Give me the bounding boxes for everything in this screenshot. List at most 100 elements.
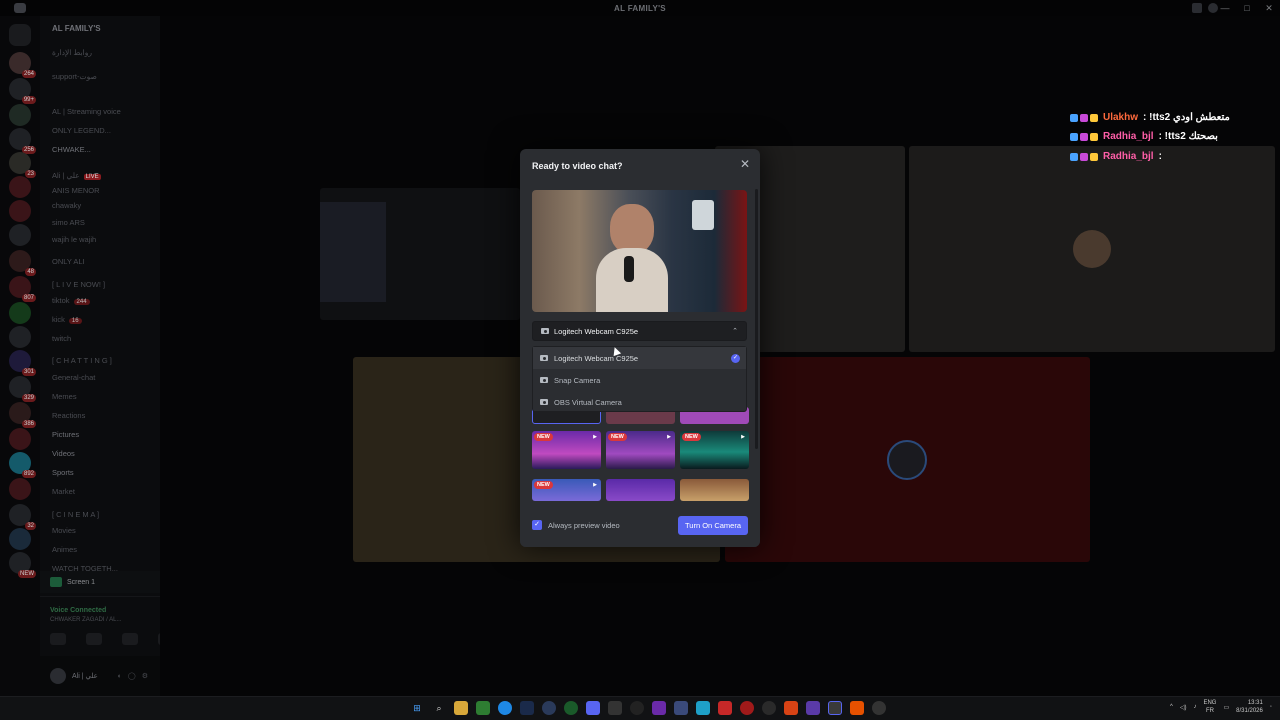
server-icon[interactable] — [9, 428, 31, 450]
screen-share-button[interactable] — [86, 633, 102, 645]
channel-item[interactable]: [ C I N E M A ] — [52, 510, 99, 519]
server-name[interactable]: AL FAMILY'S — [40, 16, 160, 40]
app-icon[interactable] — [674, 701, 688, 715]
app-icon[interactable] — [476, 701, 490, 715]
camera-option[interactable]: Logitech Webcam C925e ✓ — [533, 347, 746, 369]
channel-item[interactable]: Movies — [52, 526, 76, 535]
voice-channel[interactable]: CHWAKER ZAGADI / AL... — [50, 617, 121, 623]
channel-item[interactable]: Ali | علي LIVE — [52, 171, 101, 180]
edge-icon[interactable] — [498, 701, 512, 715]
inbox-icon[interactable] — [1192, 3, 1202, 13]
chevron-up-icon[interactable]: ^ — [1170, 704, 1173, 710]
app-icon[interactable] — [784, 701, 798, 715]
camera-option[interactable]: OBS Virtual Camera — [533, 391, 746, 413]
always-preview-checkbox[interactable]: ✓ — [532, 520, 542, 530]
microphone-icon[interactable]: ♪ — [1193, 704, 1196, 710]
maximize-button[interactable]: □ — [1236, 0, 1258, 16]
turn-on-camera-button[interactable]: Turn On Camera — [678, 515, 748, 535]
channel-item[interactable]: Market — [52, 487, 75, 496]
server-icon[interactable] — [9, 528, 31, 550]
server-icon[interactable]: 48 — [9, 250, 36, 276]
close-window-button[interactable]: ✕ — [1258, 0, 1280, 16]
channel-item[interactable]: chawaky — [52, 201, 81, 210]
server-icon[interactable]: 892 — [9, 452, 36, 478]
server-icon[interactable]: NEW — [9, 552, 36, 578]
steam-icon[interactable] — [520, 701, 534, 715]
app-icon[interactable] — [608, 701, 622, 715]
discord-icon[interactable] — [586, 701, 600, 715]
channel-item[interactable]: [ L I V E NOW! ] — [52, 280, 105, 289]
server-icon[interactable] — [9, 104, 31, 126]
speaker-icon[interactable]: ◁) — [1180, 704, 1187, 711]
channel-item[interactable]: simo ARS — [52, 218, 85, 227]
channel-item[interactable]: twitch — [52, 334, 71, 343]
app-icon[interactable] — [828, 701, 842, 715]
network-icon[interactable]: ▭ — [1223, 704, 1229, 711]
channel-item[interactable]: tiktok 244 — [52, 296, 90, 305]
participant-tile[interactable] — [909, 146, 1275, 352]
language-indicator[interactable]: ENG FR — [1203, 699, 1216, 715]
notification-icon[interactable]: ◦ — [1270, 704, 1272, 710]
user-controls[interactable]: ◐◯⚙ — [118, 672, 154, 680]
server-icon[interactable]: 99+ — [9, 78, 36, 104]
background-option[interactable]: NEW ▶ — [532, 479, 601, 501]
channel-item[interactable]: AL | Streaming voice — [52, 107, 121, 116]
channel-item[interactable]: CHWAKE... — [52, 145, 91, 154]
participant-tile[interactable] — [725, 357, 1090, 562]
camera-select[interactable]: Logitech Webcam C925e ⌃ — [532, 321, 747, 341]
background-option[interactable]: NEW ▶ — [606, 431, 675, 469]
avatar[interactable] — [50, 668, 66, 684]
xbox-icon[interactable] — [564, 701, 578, 715]
app-icon[interactable] — [850, 701, 864, 715]
channel-item[interactable]: wajih le wajih — [52, 235, 96, 244]
server-icon[interactable]: 386 — [9, 402, 36, 428]
server-icon[interactable] — [9, 326, 31, 348]
server-icon[interactable] — [9, 478, 31, 500]
obs-icon[interactable] — [630, 701, 644, 715]
app-icon[interactable] — [718, 701, 732, 715]
channel-item[interactable]: Reactions — [52, 411, 85, 420]
server-icon[interactable]: 264 — [9, 52, 36, 78]
channel-item[interactable]: support-صوت — [52, 72, 97, 81]
app-icon[interactable] — [652, 701, 666, 715]
app-icon[interactable] — [740, 701, 754, 715]
channel-item[interactable]: General-chat — [52, 373, 95, 382]
server-icon[interactable]: 23 — [9, 152, 36, 178]
server-icon[interactable]: 329 — [9, 376, 36, 402]
server-icon[interactable]: 256 — [9, 128, 36, 154]
stream-tile[interactable] — [320, 188, 520, 320]
channel-item[interactable]: Memes — [52, 392, 77, 401]
server-icon[interactable]: 32 — [9, 504, 36, 530]
server-icon[interactable]: 807 — [9, 276, 36, 302]
camera-option[interactable]: Snap Camera — [533, 369, 746, 391]
app-icon[interactable] — [762, 701, 776, 715]
camera-button[interactable] — [50, 633, 66, 645]
background-option[interactable] — [606, 479, 675, 501]
channel-item[interactable]: Pictures — [52, 430, 79, 439]
channel-item[interactable]: kick 16 — [52, 315, 82, 324]
channel-item[interactable]: ONLY LEGEND... — [52, 126, 111, 135]
app-icon[interactable] — [806, 701, 820, 715]
channel-item[interactable]: روابط الإدارة — [52, 48, 92, 57]
server-icon[interactable] — [9, 200, 31, 222]
app-icon[interactable] — [872, 701, 886, 715]
server-icon[interactable]: 301 — [9, 350, 36, 376]
server-icon[interactable] — [9, 176, 31, 198]
channel-item[interactable]: Sports — [52, 468, 74, 477]
channel-item[interactable]: [ C H A T T I N G ] — [52, 356, 112, 365]
channel-item[interactable]: ONLY ALI — [52, 257, 85, 266]
channel-item[interactable]: Animes — [52, 545, 77, 554]
modal-scrollbar[interactable] — [755, 189, 758, 449]
close-icon[interactable]: ✕ — [740, 157, 750, 171]
app-icon[interactable] — [696, 701, 710, 715]
activity-button[interactable] — [122, 633, 138, 645]
background-option[interactable] — [680, 479, 749, 501]
search-icon[interactable]: ⌕ — [432, 701, 446, 715]
home-button[interactable] — [9, 24, 31, 46]
minimize-button[interactable]: — — [1214, 0, 1236, 16]
channel-item[interactable]: Videos — [52, 449, 75, 458]
server-icon[interactable] — [9, 302, 31, 324]
start-icon[interactable]: ⊞ — [410, 701, 424, 715]
clock[interactable]: 13:31 8/31/2026 — [1236, 699, 1263, 715]
channel-item[interactable]: ANIS MENOR — [52, 186, 100, 195]
